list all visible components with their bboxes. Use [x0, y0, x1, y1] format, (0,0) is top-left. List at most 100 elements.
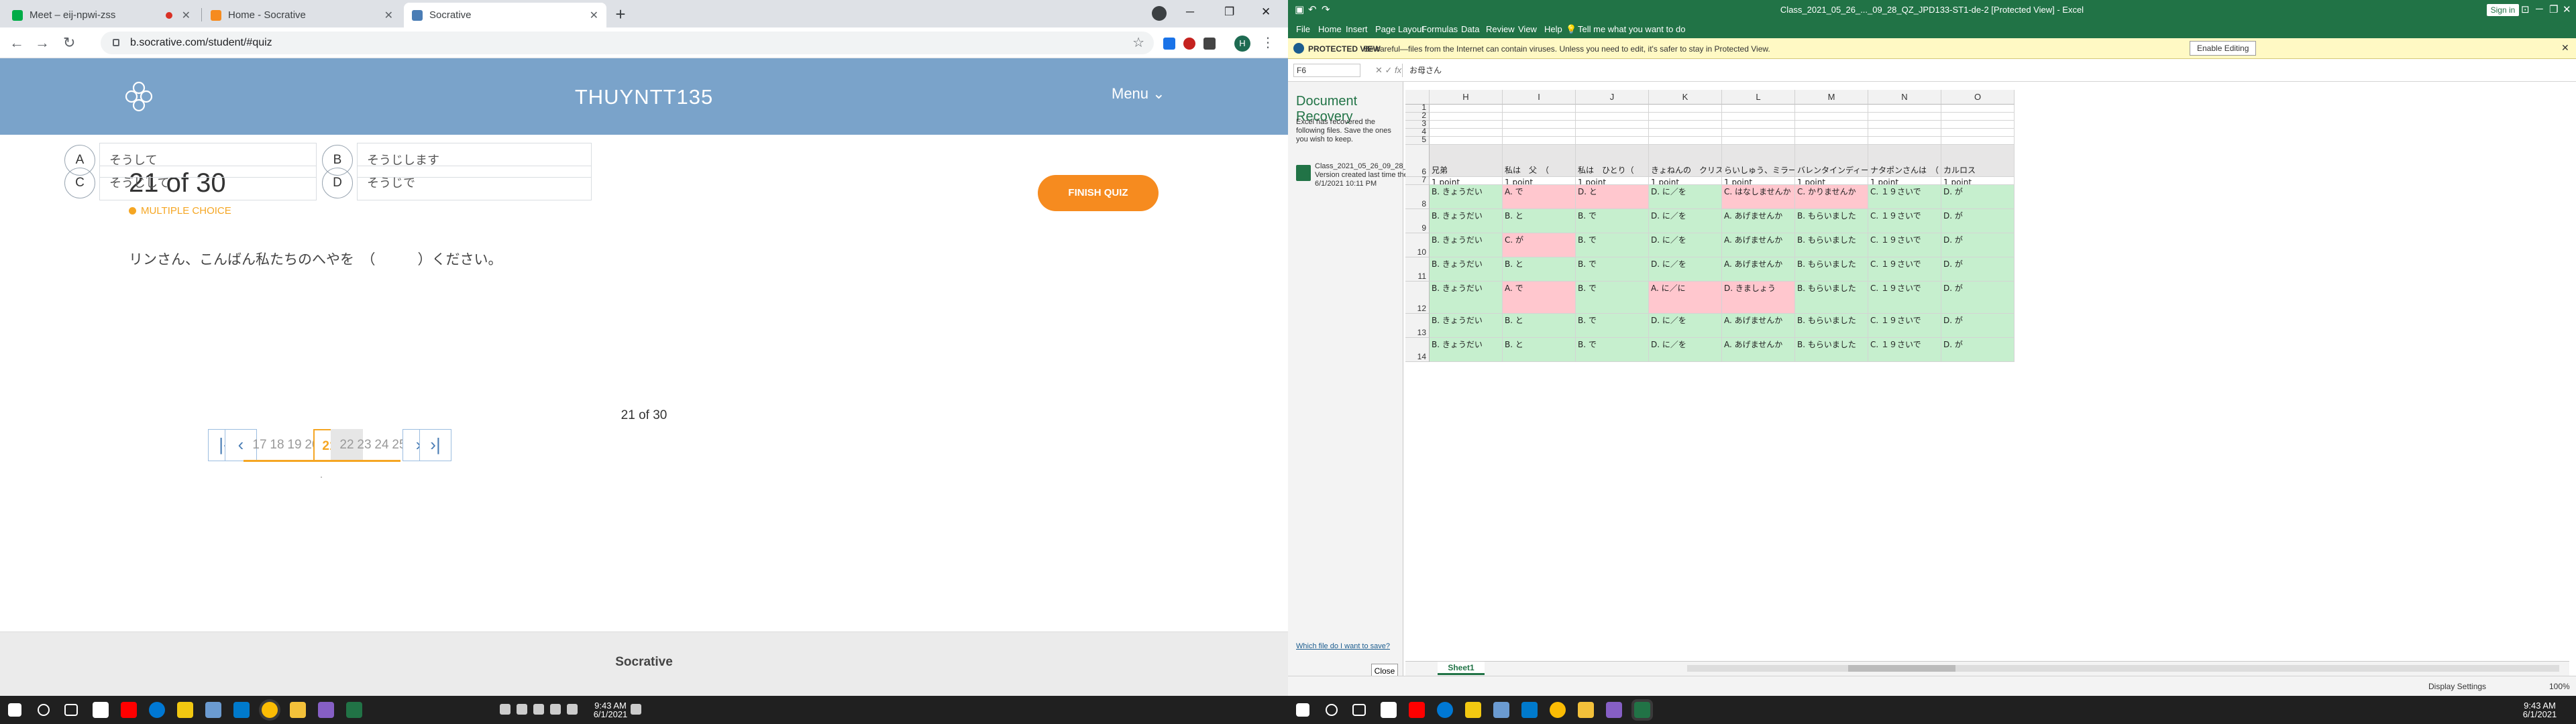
windows-start-icon[interactable]	[8, 703, 21, 717]
maximize-icon[interactable]: ❐	[2549, 3, 2558, 15]
cell[interactable]: D. が	[1941, 282, 2015, 314]
cell[interactable]: D. に／を	[1649, 209, 1722, 233]
language-icon[interactable]	[567, 704, 578, 715]
row-header[interactable]: 6	[1405, 145, 1430, 177]
cell[interactable]: A. あげませんか	[1722, 209, 1795, 233]
cell[interactable]	[1868, 113, 1941, 121]
vscode-icon[interactable]	[233, 702, 250, 718]
sheet-tab[interactable]: Sheet1	[1438, 662, 1485, 675]
cell[interactable]: C. １９さいで	[1868, 185, 1941, 209]
column-header[interactable]: M	[1795, 90, 1868, 105]
cell[interactable]: A. あげませんか	[1722, 233, 1795, 257]
cell[interactable]: 1 point	[1941, 177, 2015, 185]
column-header[interactable]: H	[1430, 90, 1503, 105]
column-header[interactable]: L	[1722, 90, 1795, 105]
close-window-icon[interactable]: ✕	[2563, 3, 2571, 15]
minimize-icon[interactable]: ─	[1186, 5, 1194, 19]
tab-home-socrative[interactable]: Home - Socrative ✕	[203, 3, 401, 27]
horizontal-scrollbar[interactable]	[1687, 665, 2559, 672]
answer-choice-c[interactable]: C そうじして	[64, 166, 317, 200]
cell[interactable]: 1 point	[1649, 177, 1722, 185]
cell[interactable]	[1722, 113, 1795, 121]
cell[interactable]	[1941, 113, 2015, 121]
cell[interactable]	[1576, 121, 1649, 129]
menu-page-layout[interactable]: Page Layout	[1375, 24, 1424, 34]
cell[interactable]: B. で	[1576, 282, 1649, 314]
cell[interactable]	[1795, 113, 1868, 121]
cell[interactable]: D. が	[1941, 338, 2015, 362]
task-view-icon[interactable]	[64, 704, 78, 716]
chrome-menu-icon[interactable]: ⋮	[1261, 34, 1275, 51]
file-explorer-icon[interactable]	[1578, 702, 1594, 718]
which-file-link[interactable]: Which file do I want to save?	[1296, 642, 1390, 650]
cell[interactable]: B. もらいました	[1795, 209, 1868, 233]
column-header[interactable]: J	[1576, 90, 1649, 105]
cell[interactable]: B. もらいました	[1795, 257, 1868, 282]
cell[interactable]	[1430, 121, 1503, 129]
excel-icon[interactable]	[346, 702, 362, 718]
profile-avatar[interactable]: H	[1234, 36, 1250, 52]
cell[interactable]: B. と	[1503, 209, 1576, 233]
edge-icon[interactable]	[149, 702, 165, 718]
cell[interactable]: B. きょうだい	[1430, 185, 1503, 209]
cell[interactable]: A. あげませんか	[1722, 314, 1795, 338]
row-header[interactable]: 8	[1405, 185, 1430, 209]
new-tab-button[interactable]: +	[610, 5, 631, 25]
cell[interactable]: B. で	[1576, 314, 1649, 338]
visual-studio-icon[interactable]	[318, 702, 334, 718]
cell[interactable]	[1503, 129, 1576, 137]
cell[interactable]: D. に／を	[1649, 338, 1722, 362]
cell[interactable]: バレンタインディーに こ	[1795, 145, 1868, 177]
column-header[interactable]: N	[1868, 90, 1941, 105]
cell[interactable]: C. かりませんか	[1795, 185, 1868, 209]
menu-review[interactable]: Review	[1486, 24, 1515, 34]
cell[interactable]: C. １９さいで	[1868, 257, 1941, 282]
excel-icon[interactable]	[1634, 702, 1650, 718]
cell[interactable]	[1430, 137, 1503, 145]
close-icon[interactable]: ✕	[2561, 42, 2569, 54]
cell[interactable]: B. きょうだい	[1430, 233, 1503, 257]
row-header[interactable]: 9	[1405, 209, 1430, 233]
cell[interactable]: B. きょうだい	[1430, 209, 1503, 233]
search-icon[interactable]	[1326, 704, 1338, 716]
cell[interactable]	[1795, 137, 1868, 145]
cell[interactable]	[1941, 129, 2015, 137]
tab-socrative[interactable]: Socrative ✕	[404, 3, 606, 27]
row-header[interactable]: 5	[1405, 135, 1430, 145]
cell[interactable]: A. で	[1503, 185, 1576, 209]
cell[interactable]	[1941, 137, 2015, 145]
cell[interactable]: らいしゅう、ミラーさんの	[1722, 145, 1795, 177]
tab-meet[interactable]: Meet – eij-npwi-zss ✕	[4, 3, 199, 27]
cell[interactable]: ナタポンさんは （	[1868, 145, 1941, 177]
store-icon[interactable]	[1381, 702, 1397, 718]
zoom-level[interactable]: 100%	[2549, 682, 2570, 691]
3d-viewer-icon[interactable]	[205, 702, 221, 718]
cell[interactable]: B. と	[1503, 338, 1576, 362]
cell[interactable]	[1649, 137, 1722, 145]
cell[interactable]	[1795, 105, 1868, 113]
cell[interactable]: B. と	[1503, 314, 1576, 338]
cell[interactable]: C. １９さいで	[1868, 233, 1941, 257]
cell[interactable]: カルロス	[1941, 145, 2015, 177]
forward-icon[interactable]: →	[35, 34, 50, 52]
reload-icon[interactable]: ↻	[63, 34, 75, 52]
cell[interactable]: C. が	[1503, 233, 1576, 257]
cell[interactable]: 1 point	[1576, 177, 1649, 185]
puzzle-extensions-icon[interactable]	[1203, 38, 1216, 50]
menu-formulas[interactable]: Formulas	[1421, 24, 1458, 34]
cell[interactable]: D. に／を	[1649, 314, 1722, 338]
menu-help[interactable]: Help	[1544, 24, 1562, 34]
cell[interactable]	[1649, 129, 1722, 137]
cell[interactable]: B. きょうだい	[1430, 282, 1503, 314]
answer-choice-d[interactable]: D そうじで	[322, 166, 592, 200]
cell[interactable]	[1649, 105, 1722, 113]
minimize-icon[interactable]: ─	[2536, 3, 2543, 15]
tell-me-input[interactable]: Tell me what you want to do	[1578, 24, 1685, 34]
cell[interactable]	[1430, 129, 1503, 137]
cell[interactable]: B. で	[1576, 338, 1649, 362]
cell[interactable]: B. きょうだい	[1430, 338, 1503, 362]
vscode-icon[interactable]	[1521, 702, 1538, 718]
row-header[interactable]: 13	[1405, 314, 1430, 338]
finish-quiz-button[interactable]: FINISH QUIZ	[1038, 175, 1159, 211]
cell[interactable]: D. に／を	[1649, 185, 1722, 209]
